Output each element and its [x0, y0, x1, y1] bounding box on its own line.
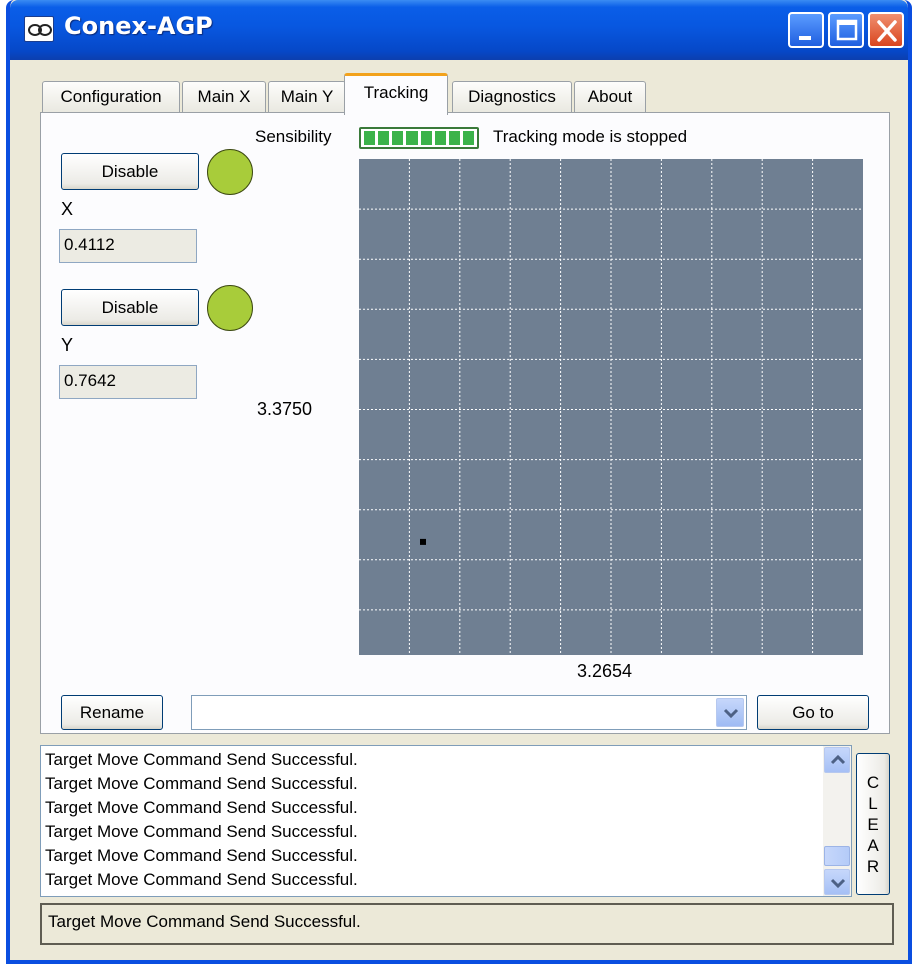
- tracking-panel: Sensibility Tracking mode is stopped Dis…: [40, 112, 890, 734]
- sensibility-meter: [359, 127, 479, 149]
- list-item: Target Move Command Send Successful.: [45, 750, 358, 769]
- goto-button[interactable]: Go to: [757, 695, 869, 730]
- y-label: Y: [61, 335, 74, 355]
- tab-configuration[interactable]: Configuration: [42, 81, 180, 113]
- tab-about[interactable]: About: [574, 81, 646, 113]
- chevron-down-icon[interactable]: [716, 698, 744, 727]
- clear-letter: A: [867, 835, 879, 855]
- minimize-icon: [799, 36, 811, 40]
- sensibility-segment: [364, 131, 376, 145]
- sensibility-segment: [462, 131, 474, 145]
- x-status-led: [207, 149, 253, 195]
- sensibility-segment: [406, 131, 418, 145]
- log-scrollbar[interactable]: [823, 746, 851, 896]
- target-marker: [420, 538, 426, 545]
- y-status-led: [207, 285, 253, 331]
- clear-letter: E: [867, 814, 879, 834]
- title-bar[interactable]: Conex-AGP: [10, 0, 908, 60]
- disable-x-button[interactable]: Disable: [61, 153, 199, 190]
- list-item: Target Move Command Send Successful.: [45, 870, 358, 889]
- rename-button[interactable]: Rename: [61, 695, 163, 730]
- maximize-icon: [836, 19, 858, 41]
- x-readout: 3.2654: [577, 661, 633, 681]
- clear-letter: L: [868, 793, 878, 813]
- disable-y-button[interactable]: Disable: [61, 289, 199, 326]
- y-readout: 3.3750: [257, 399, 313, 419]
- tracking-plot[interactable]: [359, 159, 863, 655]
- sensibility-segment: [420, 131, 432, 145]
- x-position-field: 0.4112: [59, 229, 197, 263]
- close-button[interactable]: [868, 12, 904, 48]
- tab-tracking[interactable]: Tracking: [344, 73, 448, 115]
- chevron-down-icon: [830, 878, 846, 889]
- position-select[interactable]: [191, 695, 747, 730]
- sensibility-segment: [378, 131, 390, 145]
- y-position-field: 0.7642: [59, 365, 197, 399]
- sensibility-segment: [448, 131, 460, 145]
- clear-letter: R: [866, 856, 880, 876]
- sensibility-label: Sensibility: [255, 127, 332, 146]
- list-item: Target Move Command Send Successful.: [45, 822, 358, 841]
- tab-main-x[interactable]: Main X: [182, 81, 266, 113]
- clear-log-button[interactable]: C L E A R: [856, 753, 890, 895]
- scroll-up-button[interactable]: [824, 747, 850, 773]
- minimize-button[interactable]: [788, 12, 824, 48]
- sensibility-segment: [392, 131, 404, 145]
- tab-diagnostics[interactable]: Diagnostics: [452, 81, 572, 113]
- message-log[interactable]: Target Move Command Send Successful. Tar…: [40, 745, 852, 897]
- list-item: Target Move Command Send Successful.: [45, 798, 358, 817]
- sensibility-segment: [434, 131, 446, 145]
- link-icon: [24, 16, 54, 42]
- scroll-down-button[interactable]: [824, 869, 850, 895]
- app-window: Conex-AGP Configuration Main X Main Y Tr…: [6, 0, 912, 964]
- list-item: Target Move Command Send Successful.: [45, 774, 358, 793]
- status-bar: Target Move Command Send Successful.: [40, 903, 894, 945]
- close-icon: [877, 20, 897, 42]
- clear-letter: C: [866, 772, 880, 792]
- tab-main-y[interactable]: Main Y: [268, 81, 346, 113]
- chevron-up-icon: [830, 754, 846, 765]
- list-item: Target Move Command Send Successful.: [45, 846, 358, 865]
- window-title: Conex-AGP: [64, 12, 213, 40]
- x-label: X: [61, 199, 74, 219]
- maximize-button[interactable]: [828, 12, 864, 48]
- tracking-mode-status: Tracking mode is stopped: [493, 127, 688, 146]
- scroll-thumb[interactable]: [824, 846, 850, 866]
